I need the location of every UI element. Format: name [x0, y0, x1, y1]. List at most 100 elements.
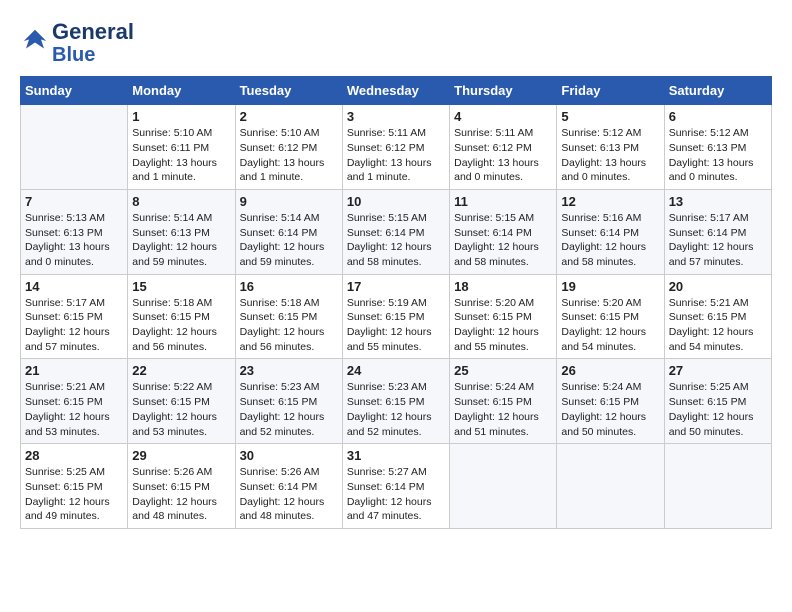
- calendar-cell: 10 Sunrise: 5:15 AM Sunset: 6:14 PM Dayli…: [342, 189, 449, 274]
- calendar-cell: 28 Sunrise: 5:25 AM Sunset: 6:15 PM Dayli…: [21, 444, 128, 529]
- calendar-table: SundayMondayTuesdayWednesdayThursdayFrid…: [20, 76, 772, 529]
- calendar-cell: 4 Sunrise: 5:11 AM Sunset: 6:12 PM Daylig…: [450, 105, 557, 190]
- calendar-cell: 1 Sunrise: 5:10 AM Sunset: 6:11 PM Daylig…: [128, 105, 235, 190]
- day-info: Sunrise: 5:21 AM Sunset: 6:15 PM Dayligh…: [669, 296, 767, 355]
- logo-text-blue: Blue: [52, 44, 134, 66]
- calendar-week-row: 28 Sunrise: 5:25 AM Sunset: 6:15 PM Dayli…: [21, 444, 772, 529]
- day-number: 21: [25, 363, 123, 378]
- calendar-cell: 23 Sunrise: 5:23 AM Sunset: 6:15 PM Dayli…: [235, 359, 342, 444]
- day-info: Sunrise: 5:18 AM Sunset: 6:15 PM Dayligh…: [240, 296, 338, 355]
- calendar-cell: 3 Sunrise: 5:11 AM Sunset: 6:12 PM Daylig…: [342, 105, 449, 190]
- calendar-cell: 9 Sunrise: 5:14 AM Sunset: 6:14 PM Daylig…: [235, 189, 342, 274]
- day-number: 8: [132, 194, 230, 209]
- header-sunday: Sunday: [21, 77, 128, 105]
- calendar-cell: 5 Sunrise: 5:12 AM Sunset: 6:13 PM Daylig…: [557, 105, 664, 190]
- calendar-cell: 8 Sunrise: 5:14 AM Sunset: 6:13 PM Daylig…: [128, 189, 235, 274]
- day-info: Sunrise: 5:17 AM Sunset: 6:15 PM Dayligh…: [25, 296, 123, 355]
- calendar-cell: 29 Sunrise: 5:26 AM Sunset: 6:15 PM Dayli…: [128, 444, 235, 529]
- day-info: Sunrise: 5:26 AM Sunset: 6:14 PM Dayligh…: [240, 465, 338, 524]
- day-number: 11: [454, 194, 552, 209]
- day-number: 13: [669, 194, 767, 209]
- header-friday: Friday: [557, 77, 664, 105]
- day-number: 28: [25, 448, 123, 463]
- day-number: 14: [25, 279, 123, 294]
- day-number: 5: [561, 109, 659, 124]
- calendar-cell: 31 Sunrise: 5:27 AM Sunset: 6:14 PM Dayli…: [342, 444, 449, 529]
- day-number: 24: [347, 363, 445, 378]
- day-info: Sunrise: 5:23 AM Sunset: 6:15 PM Dayligh…: [240, 380, 338, 439]
- calendar-cell: 17 Sunrise: 5:19 AM Sunset: 6:15 PM Dayli…: [342, 274, 449, 359]
- day-info: Sunrise: 5:12 AM Sunset: 6:13 PM Dayligh…: [561, 126, 659, 185]
- day-number: 26: [561, 363, 659, 378]
- day-info: Sunrise: 5:26 AM Sunset: 6:15 PM Dayligh…: [132, 465, 230, 524]
- day-number: 3: [347, 109, 445, 124]
- day-number: 10: [347, 194, 445, 209]
- calendar-cell: 26 Sunrise: 5:24 AM Sunset: 6:15 PM Dayli…: [557, 359, 664, 444]
- day-number: 2: [240, 109, 338, 124]
- day-number: 27: [669, 363, 767, 378]
- day-info: Sunrise: 5:23 AM Sunset: 6:15 PM Dayligh…: [347, 380, 445, 439]
- day-info: Sunrise: 5:22 AM Sunset: 6:15 PM Dayligh…: [132, 380, 230, 439]
- day-info: Sunrise: 5:13 AM Sunset: 6:13 PM Dayligh…: [25, 211, 123, 270]
- logo: General Blue: [20, 20, 134, 66]
- calendar-week-row: 1 Sunrise: 5:10 AM Sunset: 6:11 PM Daylig…: [21, 105, 772, 190]
- day-info: Sunrise: 5:19 AM Sunset: 6:15 PM Dayligh…: [347, 296, 445, 355]
- day-info: Sunrise: 5:14 AM Sunset: 6:14 PM Dayligh…: [240, 211, 338, 270]
- day-number: 12: [561, 194, 659, 209]
- day-info: Sunrise: 5:10 AM Sunset: 6:12 PM Dayligh…: [240, 126, 338, 185]
- day-info: Sunrise: 5:15 AM Sunset: 6:14 PM Dayligh…: [347, 211, 445, 270]
- calendar-cell: 2 Sunrise: 5:10 AM Sunset: 6:12 PM Daylig…: [235, 105, 342, 190]
- logo-icon: [20, 26, 50, 56]
- calendar-week-row: 21 Sunrise: 5:21 AM Sunset: 6:15 PM Dayli…: [21, 359, 772, 444]
- day-number: 6: [669, 109, 767, 124]
- day-number: 29: [132, 448, 230, 463]
- header-tuesday: Tuesday: [235, 77, 342, 105]
- calendar-cell: 21 Sunrise: 5:21 AM Sunset: 6:15 PM Dayli…: [21, 359, 128, 444]
- day-info: Sunrise: 5:14 AM Sunset: 6:13 PM Dayligh…: [132, 211, 230, 270]
- calendar-cell: 24 Sunrise: 5:23 AM Sunset: 6:15 PM Dayli…: [342, 359, 449, 444]
- calendar-cell: 14 Sunrise: 5:17 AM Sunset: 6:15 PM Dayli…: [21, 274, 128, 359]
- calendar-cell: [664, 444, 771, 529]
- day-info: Sunrise: 5:12 AM Sunset: 6:13 PM Dayligh…: [669, 126, 767, 185]
- day-number: 22: [132, 363, 230, 378]
- calendar-cell: [450, 444, 557, 529]
- day-number: 1: [132, 109, 230, 124]
- day-info: Sunrise: 5:24 AM Sunset: 6:15 PM Dayligh…: [561, 380, 659, 439]
- day-number: 4: [454, 109, 552, 124]
- calendar-week-row: 7 Sunrise: 5:13 AM Sunset: 6:13 PM Daylig…: [21, 189, 772, 274]
- day-info: Sunrise: 5:16 AM Sunset: 6:14 PM Dayligh…: [561, 211, 659, 270]
- header-monday: Monday: [128, 77, 235, 105]
- day-number: 30: [240, 448, 338, 463]
- day-number: 31: [347, 448, 445, 463]
- calendar-cell: 13 Sunrise: 5:17 AM Sunset: 6:14 PM Dayli…: [664, 189, 771, 274]
- calendar-cell: 16Sunrise: 5:18 AM Sunset: 6:15 PM Dayli…: [235, 274, 342, 359]
- header-saturday: Saturday: [664, 77, 771, 105]
- day-number: 23: [240, 363, 338, 378]
- calendar-cell: [21, 105, 128, 190]
- day-info: Sunrise: 5:11 AM Sunset: 6:12 PM Dayligh…: [347, 126, 445, 185]
- calendar-cell: 12 Sunrise: 5:16 AM Sunset: 6:14 PM Dayli…: [557, 189, 664, 274]
- calendar-cell: 11Sunrise: 5:15 AM Sunset: 6:14 PM Dayli…: [450, 189, 557, 274]
- day-info: Sunrise: 5:17 AM Sunset: 6:14 PM Dayligh…: [669, 211, 767, 270]
- day-info: Sunrise: 5:25 AM Sunset: 6:15 PM Dayligh…: [25, 465, 123, 524]
- calendar-cell: [557, 444, 664, 529]
- day-number: 9: [240, 194, 338, 209]
- calendar-cell: 19Sunrise: 5:20 AM Sunset: 6:15 PM Dayli…: [557, 274, 664, 359]
- day-number: 17: [347, 279, 445, 294]
- calendar-cell: 7 Sunrise: 5:13 AM Sunset: 6:13 PM Daylig…: [21, 189, 128, 274]
- calendar-cell: 25Sunrise: 5:24 AM Sunset: 6:15 PM Dayli…: [450, 359, 557, 444]
- day-info: Sunrise: 5:24 AM Sunset: 6:15 PM Dayligh…: [454, 380, 552, 439]
- day-number: 20: [669, 279, 767, 294]
- day-number: 18: [454, 279, 552, 294]
- day-info: Sunrise: 5:10 AM Sunset: 6:11 PM Dayligh…: [132, 126, 230, 185]
- calendar-header-row: SundayMondayTuesdayWednesdayThursdayFrid…: [21, 77, 772, 105]
- logo-text-general: General: [52, 20, 134, 44]
- day-info: Sunrise: 5:18 AM Sunset: 6:15 PM Dayligh…: [132, 296, 230, 355]
- page-header: General Blue: [20, 20, 772, 66]
- day-info: Sunrise: 5:11 AM Sunset: 6:12 PM Dayligh…: [454, 126, 552, 185]
- day-number: 7: [25, 194, 123, 209]
- calendar-cell: 27Sunrise: 5:25 AM Sunset: 6:15 PM Dayli…: [664, 359, 771, 444]
- day-info: Sunrise: 5:21 AM Sunset: 6:15 PM Dayligh…: [25, 380, 123, 439]
- calendar-cell: 30 Sunrise: 5:26 AM Sunset: 6:14 PM Dayli…: [235, 444, 342, 529]
- day-info: Sunrise: 5:27 AM Sunset: 6:14 PM Dayligh…: [347, 465, 445, 524]
